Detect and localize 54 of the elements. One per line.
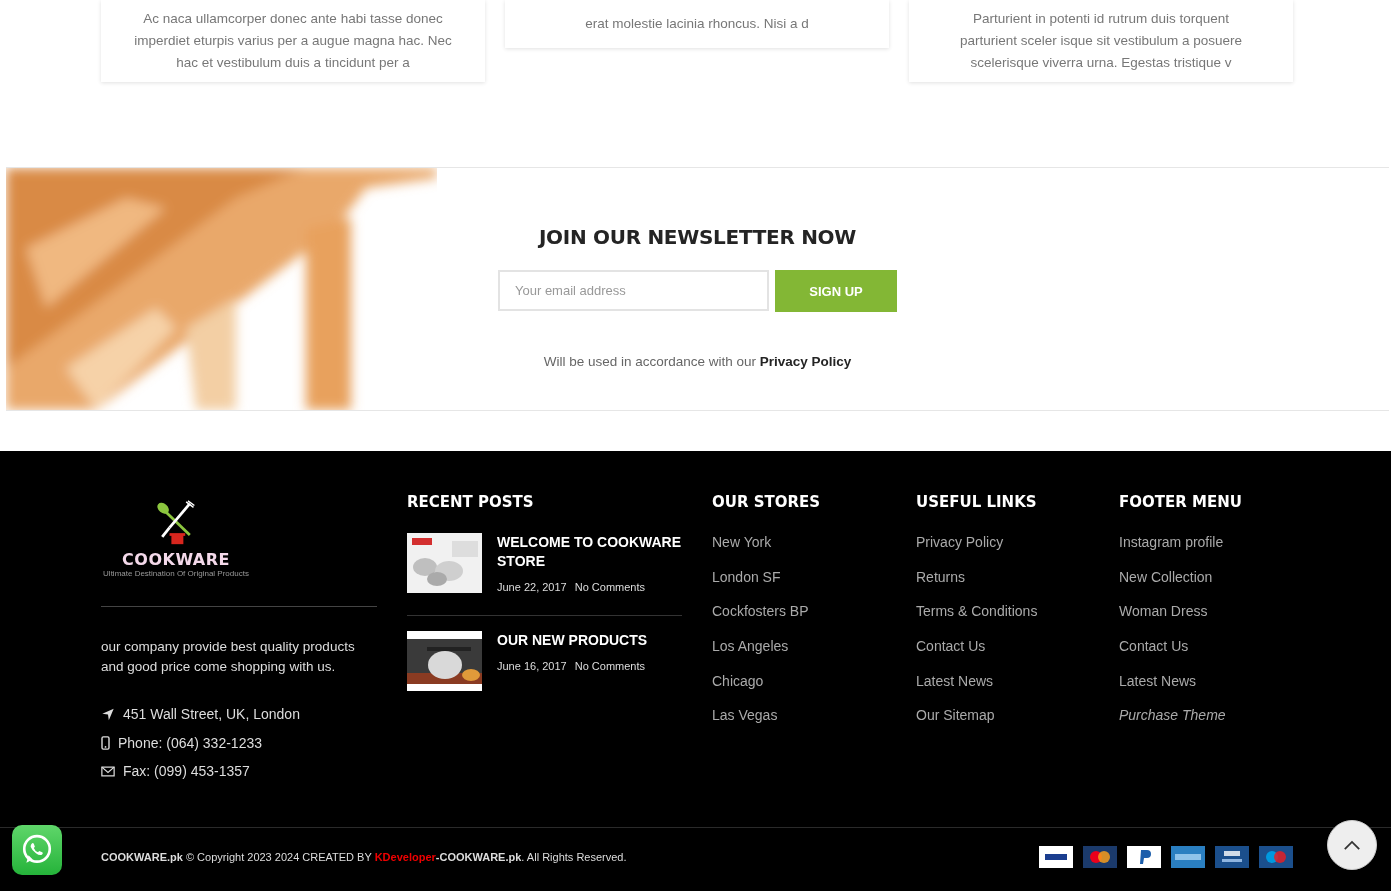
payment-card-icon [1127,846,1161,868]
payment-card-icon [1215,846,1249,868]
newsletter-title: JOIN OUR NEWSLETTER NOW [538,225,857,249]
footer-link[interactable]: Las Vegas [712,707,778,724]
payment-card-icon [1039,846,1073,868]
contact-text: Phone: (064) 332-1233 [118,734,262,751]
footer-link[interactable]: Our Sitemap [916,707,995,724]
mobile-phone-icon [101,735,110,750]
navigation-arrow-icon [101,707,115,721]
footer-link[interactable]: Contact Us [916,638,986,655]
post-date: June 16, 2017 [497,660,567,672]
footer-link[interactable]: Latest News [916,672,994,689]
comments-link[interactable]: No Comments [574,660,646,672]
payment-card-icon [1083,846,1117,868]
footer-link[interactable]: Latest News [1119,672,1197,689]
column-heading: RECENT POSTS [407,493,535,511]
footer-link[interactable]: Instagram profile [1119,534,1224,550]
author-link[interactable]: KDeveloper [374,851,436,863]
column-heading: USEFUL LINKS [916,493,1038,511]
comments-link[interactable]: No Comments [574,581,646,593]
footer-link[interactable]: Cockfosters BP [712,603,809,620]
card-text: erat molestie lacinia rhoncus. Nisi a d [585,15,809,33]
card-text: Ac naca ullamcorper donec ante habi tasse donec imperdiet eturpis varius per a augue magna hac. Nec hac et vestibulum duis a tincidunt per a [134,10,452,72]
privacy-note: Will be used in accordance with our Privacy Policy [543,354,852,369]
footer-link[interactable]: New York [712,534,772,550]
footer-link[interactable]: Returns [916,568,966,585]
whatsapp-button[interactable] [12,825,62,875]
footer-link[interactable]: London SF [712,568,781,585]
footer-link[interactable]: Contact Us [1119,638,1189,655]
footer-link[interactable]: New Collection [1119,568,1213,585]
contact-text: Fax: (099) 453-1357 [123,763,250,780]
footer-link[interactable]: Privacy Policy [916,534,1004,550]
post-date: June 22, 2017 [497,581,567,593]
footer-link[interactable]: Purchase Theme [1119,707,1226,724]
footer-link[interactable]: Chicago [712,672,764,689]
column-heading: OUR STORES [712,493,822,511]
column-heading: FOOTER MENU [1119,493,1243,511]
payment-card-icon [1259,846,1293,868]
privacy-policy-link[interactable]: Privacy Policy [759,354,852,369]
contact-text: 451 Wall Street, UK, London [123,706,300,723]
company-description: our company provide best quality products and good price come shopping with us. [101,638,356,676]
post-title-link[interactable]: OUR NEW PRODUCTS [497,631,648,650]
footer-link[interactable]: Woman Dress [1119,603,1208,620]
envelope-icon [101,764,115,778]
card-text: Parturient in potenti id rutrum duis torquent parturient sceler isque sit vestibulum a posuere scelerisque viverra urna. Egestas tristique v [959,10,1243,72]
footer-link[interactable]: Terms & Conditions [916,603,1038,620]
email-field[interactable]: Your email address [498,270,769,311]
logo-tagline: Ultimate Destination Of Original Products [103,569,249,579]
logo-wordmark: COOKWARE [122,551,230,569]
chevron-up-icon [1343,839,1361,851]
payment-card-icon [1171,846,1205,868]
copyright-text: COOKWARE.pk © Copyright 2023 2024 CREATED BY KDeveloper-COOKWARE.pk. All Rights Reserved. [101,851,627,863]
post-title-link[interactable]: WELCOME TO COOKWARE STORE [497,533,682,571]
footer-link[interactable]: Los Angeles [712,638,789,655]
